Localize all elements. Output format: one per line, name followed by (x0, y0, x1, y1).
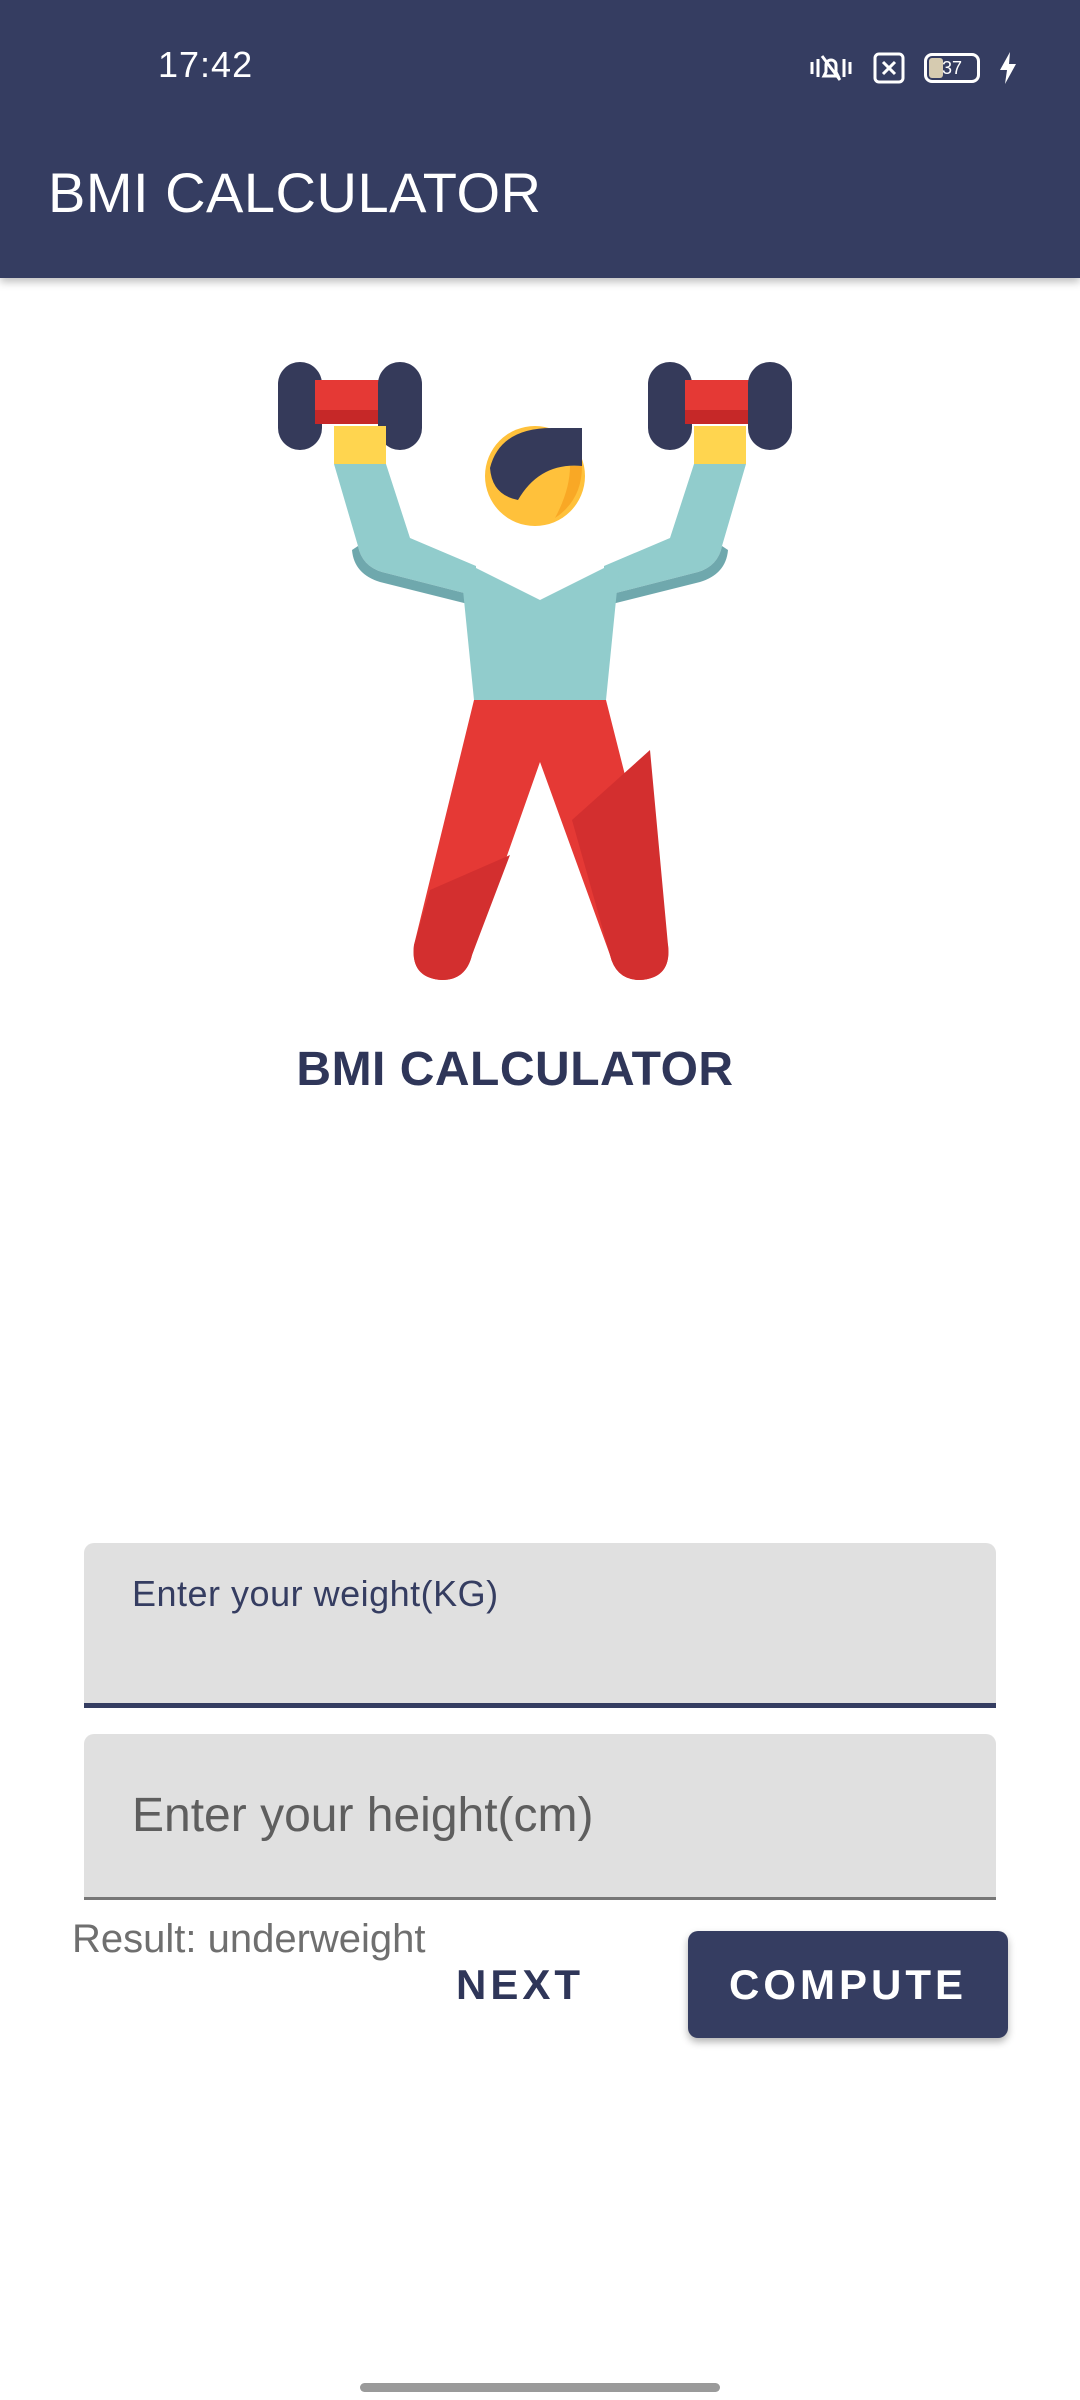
compute-button[interactable]: COMPUTE (688, 1931, 1008, 2038)
vibrate-icon (808, 50, 854, 86)
next-button[interactable]: NEXT (420, 1935, 620, 2035)
height-field[interactable]: Enter your height(cm) (84, 1734, 996, 1900)
charging-icon (998, 50, 1018, 86)
battery-icon: 37 (924, 53, 980, 83)
status-time: 17:42 (158, 44, 254, 85)
height-field-placeholder: Enter your height(cm) (132, 1789, 594, 1842)
app-header: 17:42 37 BMI CALCULATOR (0, 0, 1080, 278)
home-indicator[interactable] (360, 2383, 720, 2392)
hero-title: BMI CALCULATOR (296, 1043, 734, 1096)
weightlifter-icon (270, 350, 810, 1000)
weight-field[interactable]: Enter your weight(KG) (84, 1543, 996, 1708)
result-text: Result: underweight (72, 1917, 426, 1961)
app-bar-title: BMI CALCULATOR (48, 161, 542, 224)
weight-input[interactable] (132, 1623, 932, 1683)
status-icons: 37 (808, 48, 1018, 88)
weight-field-label: Enter your weight(KG) (132, 1573, 499, 1614)
battery-level: 37 (941, 57, 963, 78)
notification-off-icon (872, 51, 906, 85)
